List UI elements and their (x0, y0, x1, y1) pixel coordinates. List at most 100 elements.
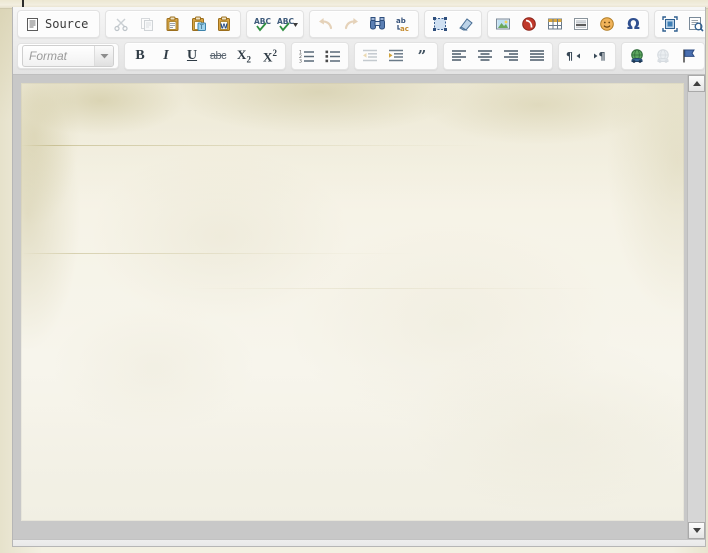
source-button[interactable]: Source (20, 12, 97, 36)
svg-text:ABC: ABC (254, 17, 271, 26)
horizontal-rule-button[interactable] (569, 12, 593, 36)
chevron-down-icon (692, 528, 701, 533)
link-button[interactable] (625, 44, 649, 68)
paper-crease (21, 145, 684, 146)
flash-icon (521, 16, 537, 32)
vertical-scrollbar[interactable] (687, 75, 705, 539)
paste-word-icon: W (217, 16, 233, 32)
align-justify-icon (529, 48, 545, 64)
editor-content-area (13, 75, 705, 539)
copy-button[interactable] (135, 12, 159, 36)
smiley-button[interactable] (595, 12, 619, 36)
toolbar-group-direction: ¶ ¶ (558, 42, 616, 70)
svg-text:ab: ab (396, 17, 406, 25)
unlink-button[interactable] (651, 44, 675, 68)
pilcrow-rtl-icon: ¶ (592, 48, 609, 64)
scrollbar-down-button[interactable] (688, 522, 705, 539)
maximize-button[interactable] (658, 12, 682, 36)
blockquote-icon: ” (417, 46, 427, 65)
strike-button[interactable]: abc (206, 44, 230, 68)
align-left-button[interactable] (447, 44, 471, 68)
select-all-button[interactable] (428, 12, 452, 36)
underline-button[interactable]: U (180, 44, 204, 68)
scrollbar-up-button[interactable] (688, 75, 705, 92)
smiley-icon (599, 16, 615, 32)
special-char-button[interactable]: Ω (621, 12, 645, 36)
remove-format-button[interactable] (454, 12, 478, 36)
editor-window: Source T W ABC ABC ab ac Ω Format B I U … (0, 0, 708, 553)
redo-button[interactable] (339, 12, 363, 36)
flash-button[interactable] (517, 12, 541, 36)
format-combo[interactable]: Format (22, 45, 114, 67)
maximize-icon (662, 16, 679, 32)
toolbar-row-2: Format B I U abc X2 X2 1 2 3 ” ¶ ¶ (15, 41, 705, 71)
svg-text:ABC: ABC (277, 17, 295, 26)
replace-button[interactable]: ab ac (391, 12, 415, 36)
link-globe-icon (629, 48, 646, 64)
toolbar-group-indent: ” (354, 42, 438, 70)
document-text (21, 83, 684, 103)
numbered-list-button[interactable]: 1 2 3 (295, 44, 319, 68)
svg-text:¶: ¶ (566, 50, 573, 63)
toolbar-group-insert: Ω (487, 10, 650, 38)
blockquote-button[interactable]: ” (410, 44, 434, 68)
bold-icon: B (135, 48, 145, 63)
show-blocks-button[interactable] (684, 12, 705, 36)
editable-document-body[interactable] (21, 83, 684, 521)
image-button[interactable] (491, 12, 515, 36)
pilcrow-ltr-icon: ¶ (566, 48, 583, 64)
table-button[interactable] (543, 12, 567, 36)
spellcheck-options-button[interactable]: ABC (276, 12, 300, 36)
numbered-list-icon: 1 2 3 (299, 48, 315, 64)
unlink-globe-icon (655, 48, 672, 64)
resize-handle[interactable] (689, 545, 703, 546)
italic-button[interactable]: I (154, 44, 178, 68)
svg-text:3: 3 (299, 59, 302, 65)
toolbar-group-tools (654, 10, 705, 38)
anchor-button[interactable] (677, 44, 701, 68)
redo-arrow-icon (343, 16, 360, 32)
bulleted-list-icon (325, 48, 341, 64)
svg-text:ac: ac (400, 25, 409, 32)
toolbar-group-styles: Format (17, 43, 119, 69)
text-direction-rtl-button[interactable]: ¶ (588, 44, 612, 68)
chevron-up-icon (692, 81, 701, 86)
subscript-button[interactable]: X2 (232, 44, 256, 68)
paste-word-button[interactable]: W (213, 12, 237, 36)
find-button[interactable] (365, 12, 389, 36)
select-all-icon (432, 16, 448, 32)
toolbar-group-links (621, 42, 705, 70)
align-justify-button[interactable] (525, 44, 549, 68)
anchor-flag-icon (681, 48, 697, 64)
align-right-icon (503, 48, 519, 64)
paste-button[interactable] (161, 12, 185, 36)
horizontal-rule-icon (573, 16, 589, 32)
text-direction-ltr-button[interactable]: ¶ (562, 44, 586, 68)
indent-button[interactable] (384, 44, 408, 68)
italic-icon: I (163, 48, 169, 63)
format-combo-label: Format (29, 49, 68, 63)
table-icon (547, 16, 563, 32)
superscript-button[interactable]: X2 (258, 44, 282, 68)
copy-icon (139, 16, 155, 32)
toolbar-group-basic-styles: B I U abc X2 X2 (124, 42, 286, 70)
bulleted-list-button[interactable] (321, 44, 345, 68)
outdent-icon (362, 48, 378, 64)
paste-text-button[interactable]: T (187, 12, 211, 36)
strikethrough-icon: abc (209, 49, 227, 62)
align-left-icon (451, 48, 467, 64)
underline-icon: U (186, 48, 198, 63)
toolbar-group-clipboard: T W (105, 10, 242, 38)
align-right-button[interactable] (499, 44, 523, 68)
outdent-button[interactable] (358, 44, 382, 68)
svg-text:W: W (220, 23, 228, 31)
align-center-button[interactable] (473, 44, 497, 68)
bold-button[interactable]: B (128, 44, 152, 68)
spellcheck-arrow-icon: ABC (277, 16, 299, 32)
toolbar-group-document: Source (17, 10, 101, 38)
cut-button[interactable] (109, 12, 133, 36)
spellcheck-button[interactable]: ABC (250, 12, 274, 36)
top-edge-mark (22, 0, 24, 7)
undo-button[interactable] (313, 12, 337, 36)
paste-icon (165, 16, 181, 32)
